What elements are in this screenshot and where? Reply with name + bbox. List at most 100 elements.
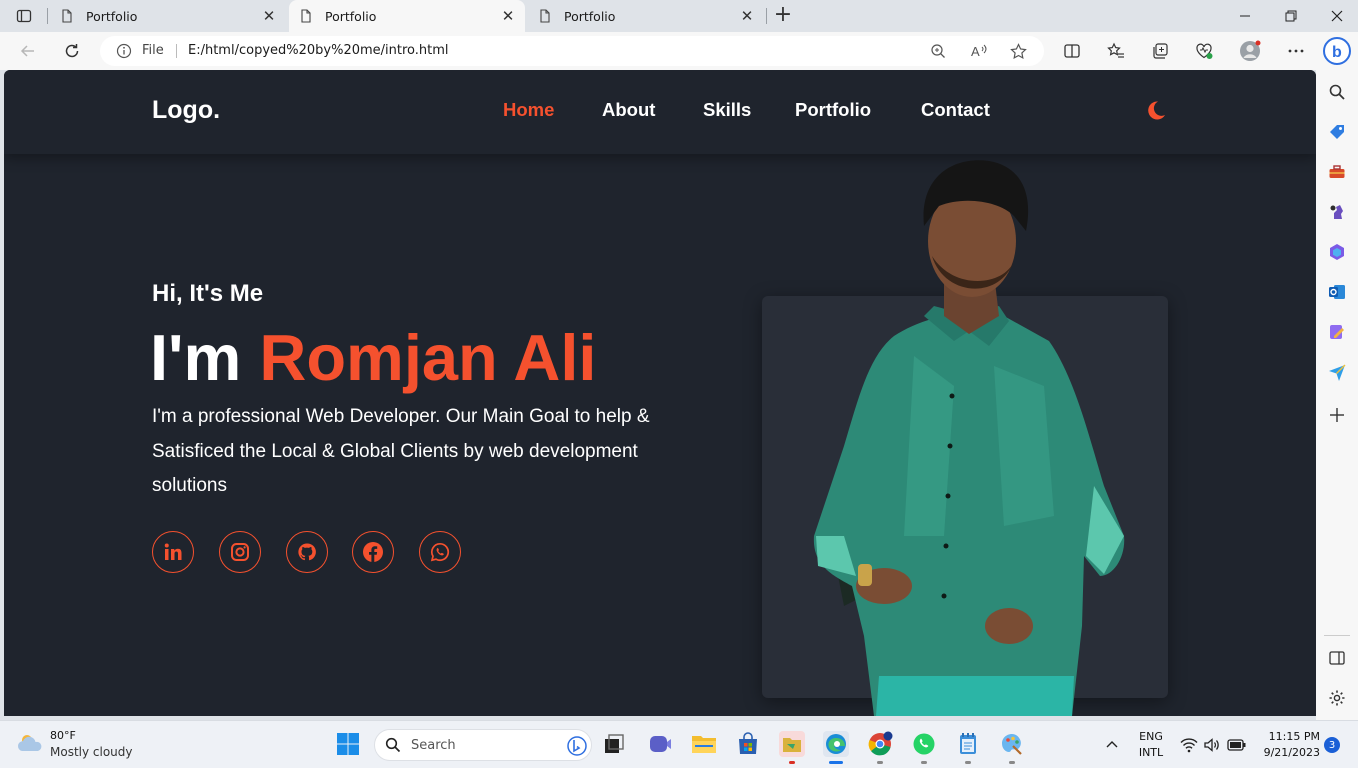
tab-title: Portfolio bbox=[86, 8, 138, 24]
browser-tab-strip: Portfolio ✕ Portfolio ✕ Portfolio ✕ + bbox=[0, 0, 1358, 32]
task-view-icon[interactable] bbox=[601, 731, 627, 757]
tab-divider bbox=[766, 8, 767, 24]
tools-icon[interactable] bbox=[1328, 163, 1346, 181]
profile-avatar[interactable] bbox=[1238, 39, 1262, 63]
page-icon bbox=[62, 9, 72, 23]
notification-count-badge[interactable]: 3 bbox=[1324, 737, 1340, 753]
address-bar[interactable]: File E:/html/copyed%20by%20me/intro.html… bbox=[100, 36, 1044, 66]
restore-button[interactable] bbox=[1268, 0, 1314, 32]
hero-description: I'm a professional Web Developer. Our Ma… bbox=[152, 406, 650, 496]
instagram-button[interactable] bbox=[219, 531, 261, 573]
close-window-button[interactable] bbox=[1314, 0, 1358, 32]
send-to-phone-icon[interactable] bbox=[1328, 363, 1346, 381]
close-tab-icon[interactable]: ✕ bbox=[501, 7, 515, 25]
collections-icon[interactable] bbox=[1148, 39, 1172, 63]
games-icon[interactable] bbox=[1328, 203, 1346, 221]
site-header: Logo. Home About Skills Portfolio Contac… bbox=[4, 70, 1316, 154]
nav-home[interactable]: Home bbox=[503, 99, 554, 121]
back-arrow-icon[interactable] bbox=[16, 39, 40, 63]
shopping-tag-icon[interactable] bbox=[1328, 123, 1346, 141]
add-icon[interactable] bbox=[1328, 406, 1346, 424]
close-tab-icon[interactable]: ✕ bbox=[262, 7, 276, 25]
split-screen-icon[interactable] bbox=[1060, 39, 1084, 63]
portrait-photo bbox=[813, 160, 1125, 716]
folder-app-icon[interactable] bbox=[779, 731, 805, 757]
tab-title: Portfolio bbox=[564, 8, 616, 24]
paint-icon[interactable] bbox=[999, 731, 1025, 757]
greeting-text: Hi, It's Me bbox=[152, 280, 264, 307]
cloudy-weather-icon[interactable] bbox=[16, 731, 44, 755]
github-button[interactable] bbox=[286, 531, 328, 573]
facebook-icon bbox=[363, 542, 383, 562]
moon-icon[interactable] bbox=[1145, 99, 1167, 121]
svg-text:A: A bbox=[971, 44, 980, 59]
page-viewport: Logo. Home About Skills Portfolio Contac… bbox=[4, 70, 1316, 716]
weather-condition[interactable]: Mostly cloudy bbox=[50, 745, 133, 759]
hide-sidebar-icon[interactable] bbox=[1328, 649, 1346, 667]
taskbar-search[interactable]: Search bbox=[374, 729, 592, 761]
windows-start-icon[interactable] bbox=[335, 731, 361, 757]
info-icon[interactable] bbox=[116, 43, 132, 59]
more-options-icon[interactable] bbox=[1284, 39, 1308, 63]
tab-portfolio-2[interactable]: Portfolio ✕ bbox=[289, 0, 525, 32]
wifi-icon[interactable] bbox=[1180, 737, 1198, 753]
facebook-button[interactable] bbox=[352, 531, 394, 573]
clock-time[interactable]: 11:15 PM bbox=[1258, 730, 1320, 743]
close-tab-icon[interactable]: ✕ bbox=[740, 7, 754, 25]
nav-portfolio[interactable]: Portfolio bbox=[795, 99, 871, 121]
nav-skills[interactable]: Skills bbox=[703, 99, 751, 121]
new-tab-button[interactable]: + bbox=[772, 4, 794, 28]
sidebar-divider bbox=[1324, 635, 1350, 636]
headline-name: Romjan Ali bbox=[259, 321, 597, 394]
refresh-icon[interactable] bbox=[60, 39, 84, 63]
page-icon bbox=[301, 9, 311, 23]
language-indicator[interactable]: ENG bbox=[1136, 730, 1166, 743]
bing-chat-icon[interactable]: b bbox=[1322, 36, 1352, 66]
site-logo[interactable]: Logo. bbox=[152, 96, 220, 125]
teams-meet-icon[interactable] bbox=[647, 731, 673, 757]
whatsapp-button[interactable] bbox=[419, 531, 461, 573]
edge-sidebar bbox=[1316, 70, 1358, 720]
microsoft-365-icon[interactable] bbox=[1328, 243, 1346, 261]
file-explorer-icon[interactable] bbox=[691, 731, 717, 757]
clock-date[interactable]: 9/21/2023 bbox=[1250, 746, 1320, 759]
notepad-icon[interactable] bbox=[955, 731, 981, 757]
chrome-icon[interactable] bbox=[867, 731, 893, 757]
show-hidden-icons-chevron-icon[interactable] bbox=[1105, 738, 1119, 752]
instagram-icon bbox=[231, 543, 249, 561]
battery-icon[interactable] bbox=[1227, 738, 1247, 752]
nav-about[interactable]: About bbox=[602, 99, 655, 121]
running-indicator bbox=[877, 761, 883, 764]
search-placeholder: Search bbox=[411, 738, 456, 753]
running-indicator bbox=[1009, 761, 1015, 764]
microsoft-store-icon[interactable] bbox=[735, 731, 761, 757]
tab-portfolio-3[interactable]: Portfolio ✕ bbox=[528, 0, 764, 32]
running-indicator bbox=[965, 761, 971, 764]
url-text[interactable]: E:/html/copyed%20by%20me/intro.html bbox=[188, 43, 449, 58]
edge-browser-icon[interactable] bbox=[823, 731, 849, 757]
zoom-icon[interactable] bbox=[930, 43, 946, 59]
volume-icon[interactable] bbox=[1203, 737, 1221, 753]
read-aloud-icon[interactable]: A bbox=[970, 43, 988, 59]
nav-contact[interactable]: Contact bbox=[921, 99, 990, 121]
whatsapp-app-icon[interactable] bbox=[911, 731, 937, 757]
running-indicator bbox=[921, 761, 927, 764]
designer-icon[interactable] bbox=[1328, 323, 1346, 341]
weather-temperature[interactable]: 80°F bbox=[50, 729, 76, 742]
search-icon[interactable] bbox=[1328, 83, 1346, 101]
tab-actions-icon[interactable] bbox=[10, 6, 38, 26]
favorite-star-icon[interactable] bbox=[1010, 43, 1027, 60]
settings-gear-icon[interactable] bbox=[1328, 689, 1346, 707]
tab-portfolio-1[interactable]: Portfolio ✕ bbox=[50, 0, 286, 32]
bing-icon[interactable] bbox=[567, 736, 587, 756]
page-icon bbox=[540, 9, 550, 23]
browser-essentials-icon[interactable] bbox=[1192, 39, 1216, 63]
browser-toolbar: File E:/html/copyed%20by%20me/intro.html… bbox=[0, 32, 1358, 70]
language-layout[interactable]: INTL bbox=[1136, 746, 1166, 759]
linkedin-button[interactable] bbox=[152, 531, 194, 573]
tab-title: Portfolio bbox=[325, 8, 377, 24]
favorites-icon[interactable] bbox=[1104, 39, 1128, 63]
outlook-icon[interactable] bbox=[1328, 283, 1346, 301]
address-divider bbox=[176, 44, 177, 58]
minimize-button[interactable] bbox=[1222, 0, 1268, 32]
